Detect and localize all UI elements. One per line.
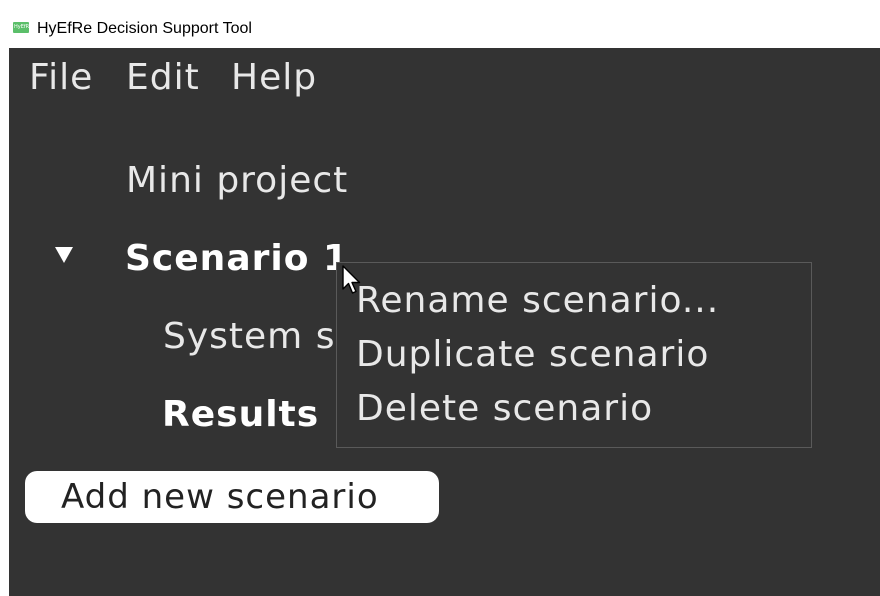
app-logo-icon: HyEfRe <box>13 22 32 33</box>
app-window: HyEfRe HyEfRe Decision Support Tool File… <box>9 9 880 596</box>
title-bar: HyEfRe HyEfRe Decision Support Tool <box>9 9 880 48</box>
scenario-context-menu: Rename scenario... Duplicate scenario De… <box>336 262 812 448</box>
menu-help[interactable]: Help <box>231 56 317 100</box>
mouse-pointer-icon <box>342 265 361 294</box>
menu-item-duplicate-scenario[interactable]: Duplicate scenario <box>356 333 709 377</box>
tree-item-results[interactable]: Results <box>162 393 319 437</box>
add-new-scenario-button[interactable]: Add new scenario <box>25 471 439 523</box>
menu-edit[interactable]: Edit <box>126 56 200 100</box>
app-logo-text: HyEfRe <box>14 24 32 30</box>
triangle-down-icon[interactable] <box>55 247 73 263</box>
menu-bar: File Edit Help <box>9 48 880 108</box>
tree-item-system-settings[interactable]: System s <box>163 315 335 359</box>
window-title: HyEfRe Decision Support Tool <box>37 20 252 37</box>
project-name[interactable]: Mini project <box>126 159 348 203</box>
menu-item-rename-scenario[interactable]: Rename scenario... <box>356 279 719 323</box>
menu-item-delete-scenario[interactable]: Delete scenario <box>356 387 653 431</box>
menu-file[interactable]: File <box>29 56 93 100</box>
tree-item-scenario-1[interactable]: Scenario 1 <box>125 237 349 281</box>
